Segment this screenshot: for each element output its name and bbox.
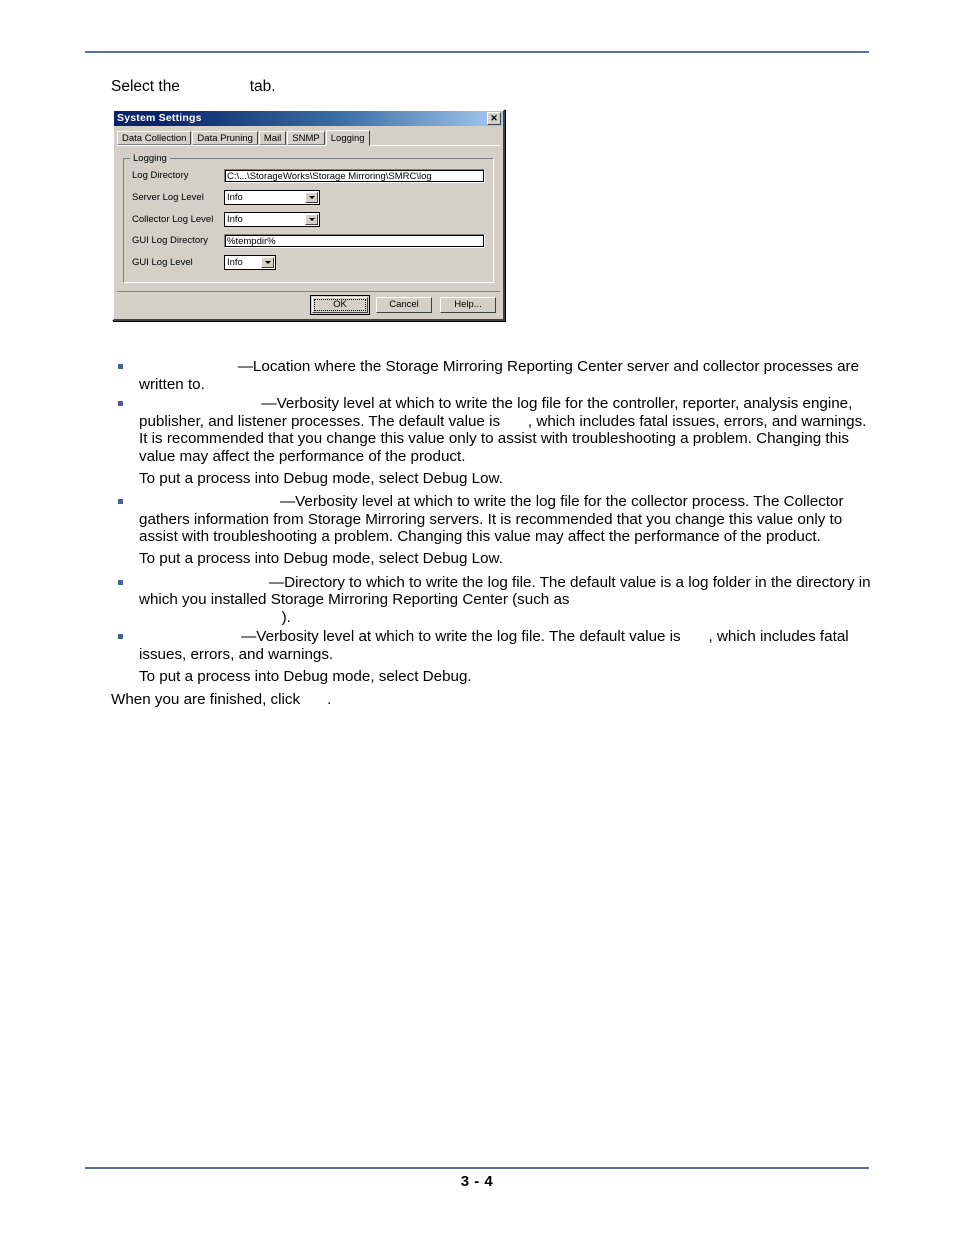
list-item: Log Directory—Location where the Storage…	[111, 358, 871, 393]
page-header-rule	[85, 51, 869, 53]
bullet-icon	[118, 364, 123, 369]
gui-log-directory-input[interactable]: %tempdir%	[224, 234, 485, 248]
term-server-log-level: Server Log Level	[139, 395, 262, 413]
desc-log-directory: —Location where the Storage Mirroring Re…	[139, 358, 860, 393]
list-item: Server Log Level—Verbosity level at whic…	[111, 395, 871, 465]
note-gui-debug: To put a process into Debug mode, select…	[139, 667, 472, 685]
chevron-down-icon	[261, 257, 274, 268]
tab-snmp[interactable]: SNMP	[287, 131, 325, 145]
closing-text-before: When you are finished, click	[111, 691, 301, 709]
intro-line: Select the Logging tab.	[111, 78, 276, 96]
term-gui-default-value: Info	[680, 628, 709, 646]
gui-log-level-value: Info	[227, 257, 243, 268]
field-row-server-log-level: Server Log Level Info	[132, 190, 485, 205]
field-row-collector-log-level: Collector Log Level Info	[132, 212, 485, 227]
closing-line: When you are finished, click OK.	[111, 691, 871, 709]
ok-button[interactable]: OK	[310, 295, 370, 315]
cancel-button[interactable]: Cancel	[376, 297, 432, 313]
dialog-titlebar: System Settings ✕	[114, 111, 503, 126]
desc-gui-log-level-part1: —Verbosity level at which to write the l…	[241, 628, 681, 646]
bullet-icon	[118, 401, 123, 407]
intro-text-after: tab.	[249, 78, 276, 95]
log-directory-label: Log Directory	[132, 170, 189, 181]
term-collector-log-level: Collector Log Level	[139, 493, 280, 511]
chevron-down-icon	[305, 214, 318, 225]
logging-tab-panel: Logging Log Directory C:\...\StorageWork…	[117, 145, 500, 289]
list-item: GUI Log Directory—Directory to which to …	[111, 574, 871, 627]
field-row-gui-log-directory: GUI Log Directory %tempdir%	[132, 234, 485, 248]
dialog-tabstrip: Data Collection Data Pruning Mail SNMP L…	[114, 126, 503, 146]
tab-mail[interactable]: Mail	[258, 131, 287, 145]
gui-log-directory-label: GUI Log Directory	[132, 235, 209, 246]
help-button[interactable]: Help...	[440, 297, 496, 313]
collector-log-level-value: Info	[227, 214, 243, 225]
chevron-down-icon	[305, 192, 318, 203]
body-copy: Log Directory—Location where the Storage…	[111, 358, 871, 709]
server-log-level-select[interactable]: Info	[224, 190, 320, 205]
note-collector-debug: To put a process into Debug mode, select…	[139, 549, 503, 567]
bullet-icon	[118, 579, 123, 585]
log-directory-input[interactable]: C:\...\StorageWorks\Storage Mirroring\SM…	[224, 169, 485, 183]
system-settings-dialog: System Settings ✕ Data Collection Data P…	[112, 109, 505, 321]
dialog-title: System Settings	[117, 112, 202, 124]
logging-groupbox: Logging Log Directory C:\...\StorageWork…	[123, 153, 494, 283]
term-log-directory: Log Directory	[139, 358, 238, 375]
note-server-debug: To put a process into Debug mode, select…	[139, 469, 503, 487]
page-number: 3 - 4	[460, 1173, 494, 1190]
ok-button-label: OK	[333, 299, 347, 310]
term-gui-log-level: GUI Log Level	[139, 628, 242, 646]
page-footer-rule	[85, 1167, 869, 1169]
bullet-icon	[118, 499, 123, 505]
tab-logging[interactable]: Logging	[325, 130, 370, 146]
intro-tab-term: Logging	[184, 78, 246, 95]
closing-term-ok: OK	[304, 691, 328, 709]
close-icon[interactable]: ✕	[487, 112, 501, 125]
term-gui-log-directory: GUI Log Directory	[139, 573, 269, 591]
intro-text-before: Select the	[111, 78, 180, 95]
bullet-icon	[118, 634, 123, 640]
term-server-default-value: Info	[500, 412, 528, 430]
field-row-gui-log-level: GUI Log Level Info	[132, 255, 485, 270]
gui-log-level-select[interactable]: Info	[224, 255, 276, 270]
tab-data-pruning[interactable]: Data Pruning	[192, 131, 258, 145]
collector-log-level-label: Collector Log Level	[132, 213, 214, 225]
list-item: GUI Log Level—Verbosity level at which t…	[111, 628, 871, 663]
collector-log-level-select[interactable]: Info	[224, 212, 320, 227]
tab-data-collection[interactable]: Data Collection	[117, 131, 192, 145]
list-item: Collector Log Level—Verbosity level at w…	[111, 493, 871, 546]
dialog-button-bar: OK Cancel Help...	[117, 291, 500, 319]
desc-gui-log-directory-part2: ).	[281, 608, 291, 626]
field-row-log-directory: Log Directory C:\...\StorageWorks\Storag…	[132, 169, 485, 183]
logging-groupbox-label: Logging	[130, 153, 170, 164]
gui-log-level-label: GUI Log Level	[132, 256, 193, 268]
server-log-level-value: Info	[227, 192, 243, 203]
server-log-level-label: Server Log Level	[132, 191, 204, 203]
closing-text-after: .	[327, 691, 332, 709]
